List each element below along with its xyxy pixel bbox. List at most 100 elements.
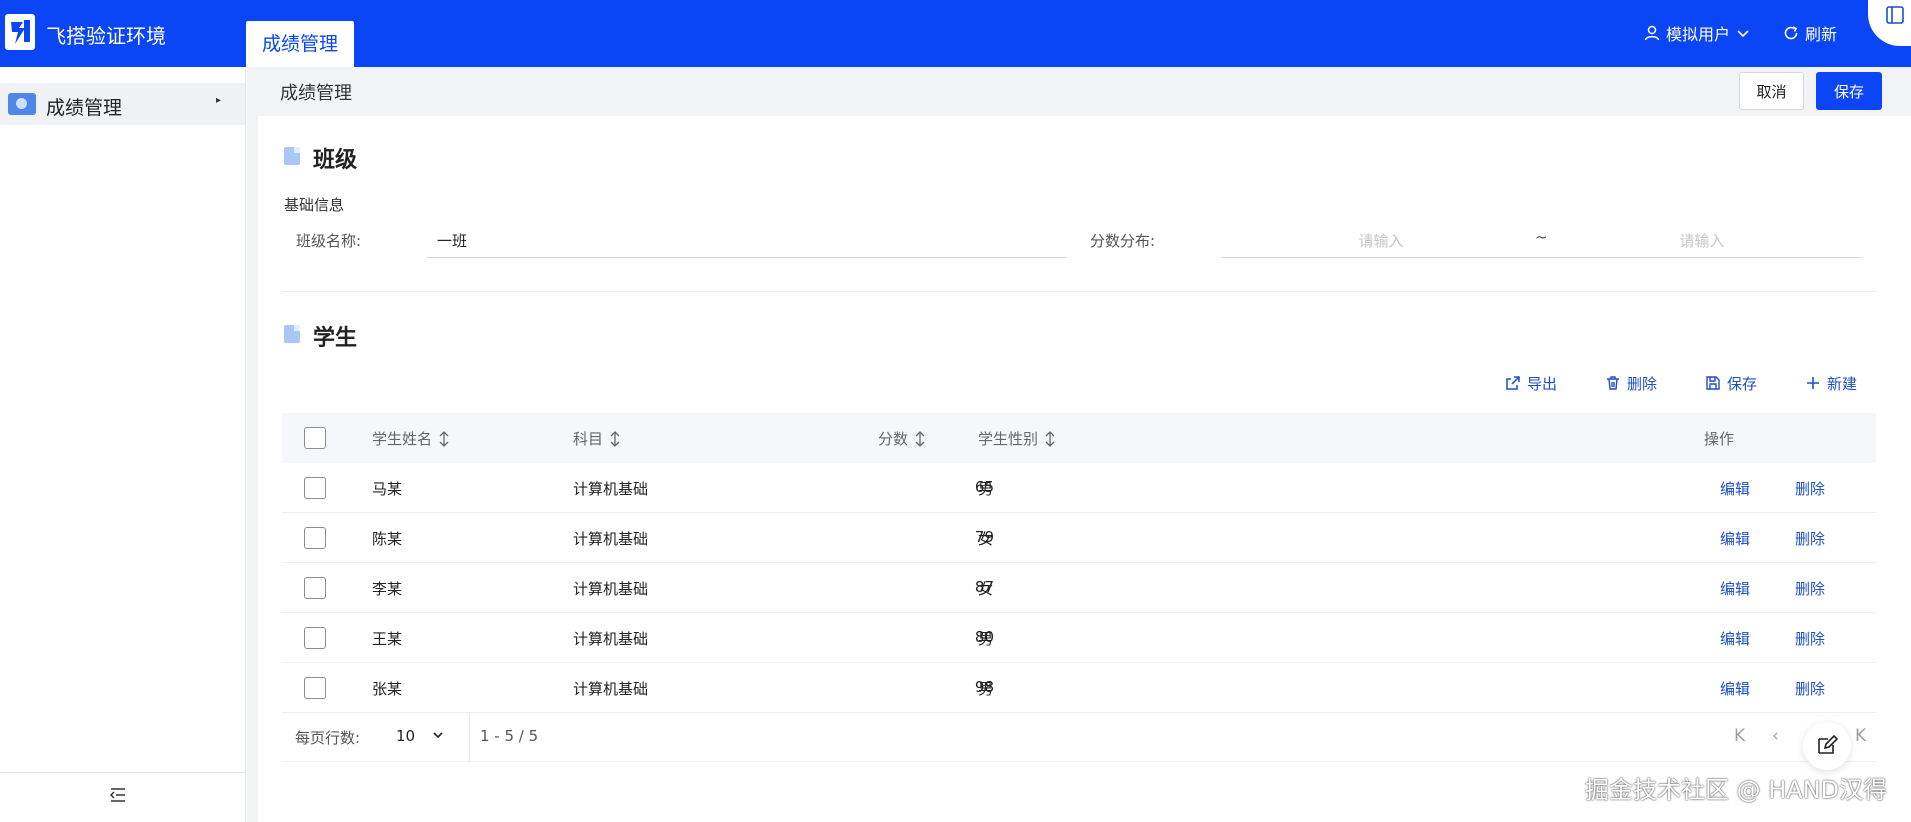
save-icon	[1706, 376, 1720, 390]
edit-link[interactable]: 编辑	[1720, 628, 1750, 649]
column-header-name[interactable]: 学生姓名	[372, 428, 450, 449]
collapse-sidebar-icon[interactable]	[109, 787, 127, 803]
cell-gender: 女	[978, 530, 994, 548]
delete-link[interactable]: 删除	[1795, 478, 1825, 499]
score-to-input[interactable]	[1541, 224, 1863, 258]
export-button[interactable]: 导出	[1505, 373, 1557, 393]
row-checkbox[interactable]	[304, 477, 326, 499]
refresh-label: 刷新	[1805, 25, 1838, 44]
row-checkbox[interactable]	[304, 577, 326, 599]
new-button[interactable]: 新建	[1805, 373, 1857, 393]
delete-link[interactable]: 删除	[1795, 578, 1825, 599]
cell-subject: 计算机基础	[573, 530, 649, 548]
delete-label: 删除	[1627, 374, 1658, 393]
sidebar-item-score-management[interactable]: 成绩管理 ▸	[0, 83, 245, 125]
save-table-button[interactable]: 保存	[1705, 373, 1757, 393]
save-button[interactable]: 保存	[1816, 72, 1882, 110]
table-row: 王某 计算机基础 80 男 编辑 删除	[282, 613, 1876, 663]
edit-note-icon	[1818, 734, 1838, 754]
chevron-down-icon	[1737, 30, 1749, 38]
prev-page-icon[interactable]: ‹	[1772, 726, 1779, 746]
cell-gender: 女	[978, 580, 994, 598]
table-row: 张某 计算机基础 98 男 编辑 删除	[282, 663, 1876, 713]
column-header-subject[interactable]: 科目	[573, 428, 621, 449]
edit-link[interactable]: 编辑	[1720, 478, 1750, 499]
table-header: 学生姓名 科目 分数 学生性别 操作	[282, 413, 1876, 463]
first-page-icon[interactable]: K	[1734, 726, 1745, 746]
cell-name: 李某	[372, 580, 403, 598]
table-row: 陈某 计算机基础 79 女 编辑 删除	[282, 513, 1876, 563]
page-title: 成绩管理	[280, 83, 352, 104]
watermark: 掘金技术社区 @ HAND汉得	[1585, 776, 1888, 804]
layout-toggle-button[interactable]	[1868, 0, 1911, 46]
table-row: 李某 计算机基础 87 女 编辑 删除	[282, 563, 1876, 613]
edit-link[interactable]: 编辑	[1720, 528, 1750, 549]
top-bar: 飞搭验证环境 成绩管理 模拟用户 刷新	[0, 0, 1911, 67]
cell-subject: 计算机基础	[573, 480, 649, 498]
cell-subject: 计算机基础	[573, 580, 649, 598]
export-icon	[1506, 376, 1520, 390]
section-divider	[282, 291, 1876, 292]
document-icon	[284, 325, 300, 343]
cell-subject: 计算机基础	[573, 680, 649, 698]
edit-link[interactable]: 编辑	[1720, 678, 1750, 699]
refresh-button[interactable]: 刷新	[1783, 21, 1837, 45]
cell-name: 马某	[372, 480, 403, 498]
column-header-actions: 操作	[1704, 430, 1735, 448]
export-label: 导出	[1527, 374, 1558, 393]
chevron-down-icon[interactable]	[432, 729, 444, 741]
layout-panel-icon	[1886, 6, 1904, 24]
score-from-input[interactable]	[1221, 224, 1541, 258]
cancel-button[interactable]: 取消	[1739, 72, 1804, 110]
rows-per-page-select[interactable]: 10	[396, 727, 415, 745]
refresh-icon	[1784, 26, 1798, 40]
user-name: 模拟用户	[1666, 25, 1731, 44]
trash-icon	[1607, 376, 1619, 390]
cell-gender: 男	[978, 680, 994, 698]
save-table-label: 保存	[1727, 374, 1758, 393]
tab-score-management[interactable]: 成绩管理	[246, 21, 354, 67]
cell-name: 张某	[372, 680, 403, 698]
user-menu[interactable]: 模拟用户	[1644, 21, 1750, 45]
rows-per-page-label: 每页行数:	[295, 729, 361, 747]
feedback-button[interactable]	[1803, 722, 1851, 770]
sort-icon	[915, 430, 925, 447]
score-range-label: 分数分布:	[1090, 232, 1156, 250]
app-logo	[5, 14, 35, 50]
sidebar-item-label: 成绩管理	[46, 97, 123, 119]
sort-icon	[1045, 430, 1055, 447]
cell-name: 王某	[372, 630, 403, 648]
column-header-score[interactable]: 分数	[878, 428, 926, 449]
class-name-label: 班级名称:	[296, 232, 362, 250]
cell-subject: 计算机基础	[573, 630, 649, 648]
column-header-gender[interactable]: 学生性别	[978, 428, 1056, 449]
select-all-checkbox[interactable]	[304, 427, 326, 449]
cell-name: 陈某	[372, 530, 403, 548]
table-row: 马某 计算机基础 65 男 编辑 删除	[282, 463, 1876, 513]
delete-link[interactable]: 删除	[1795, 678, 1825, 699]
sort-icon	[439, 430, 449, 447]
row-checkbox[interactable]	[304, 677, 326, 699]
cell-gender: 男	[978, 630, 994, 648]
monitor-icon	[8, 93, 36, 115]
pager-divider	[469, 712, 470, 762]
row-checkbox[interactable]	[304, 627, 326, 649]
edit-link[interactable]: 编辑	[1720, 578, 1750, 599]
row-checkbox[interactable]	[304, 527, 326, 549]
cell-gender: 男	[978, 480, 994, 498]
app-title: 飞搭验证环境	[46, 24, 166, 48]
document-icon	[284, 147, 300, 165]
delete-link[interactable]: 删除	[1795, 528, 1825, 549]
plus-icon	[1807, 377, 1819, 389]
pagination: 每页行数: 10 1 - 5 / 5 K ‹ K	[282, 712, 1876, 762]
caret-right-icon: ▸	[216, 95, 222, 106]
sidebar: 成绩管理 ▸	[0, 67, 246, 822]
section-title-class: 班级	[313, 148, 358, 173]
delete-selected-button[interactable]: 删除	[1605, 373, 1657, 393]
last-page-icon[interactable]: K	[1855, 726, 1866, 746]
class-name-input[interactable]	[427, 224, 1067, 258]
sidebar-divider	[0, 772, 245, 773]
delete-link[interactable]: 删除	[1795, 628, 1825, 649]
sort-icon	[610, 430, 620, 447]
new-label: 新建	[1827, 374, 1858, 393]
